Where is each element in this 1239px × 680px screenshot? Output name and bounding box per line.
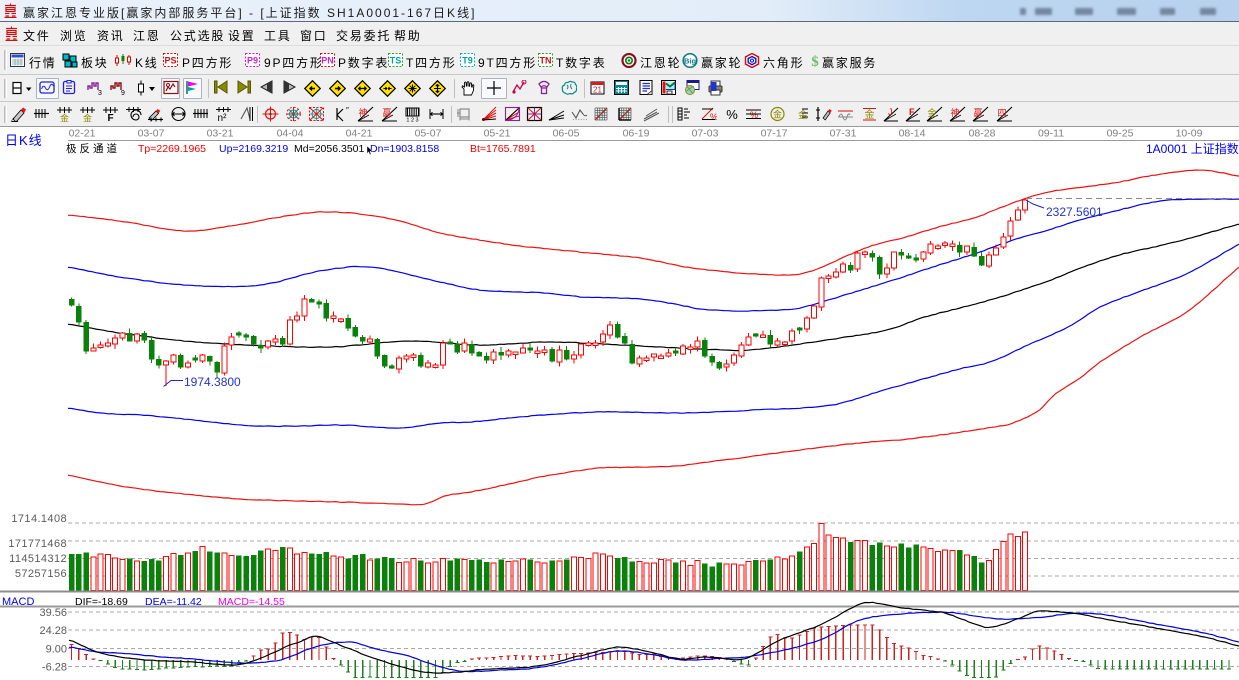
- svg-text:03-07: 03-07: [138, 128, 165, 140]
- svg-text:09-25: 09-25: [1107, 128, 1134, 140]
- svg-text:极反通道: 极反通道: [66, 142, 120, 155]
- svg-text:05-21: 05-21: [484, 128, 511, 140]
- svg-text:06-19: 06-19: [623, 128, 650, 140]
- svg-text:06-05: 06-05: [553, 128, 580, 140]
- svg-text:1974.3800: 1974.3800: [184, 375, 241, 389]
- svg-text:171771468: 171771468: [8, 538, 67, 550]
- svg-text:04-21: 04-21: [346, 128, 373, 140]
- svg-text:1714.1408: 1714.1408: [11, 513, 67, 525]
- svg-text:Md=2056.3501: Md=2056.3501: [294, 143, 365, 155]
- svg-text:MACD: MACD: [2, 596, 34, 608]
- svg-text:Up=2169.3219: Up=2169.3219: [219, 143, 288, 155]
- svg-text:04-04: 04-04: [277, 128, 304, 140]
- svg-text:05-07: 05-07: [415, 128, 442, 140]
- svg-text:9.00: 9.00: [46, 644, 67, 656]
- svg-text:09-11: 09-11: [1038, 128, 1064, 140]
- svg-text:Tp=2269.1965: Tp=2269.1965: [138, 143, 206, 155]
- svg-text:1A0001 上证指数: 1A0001 上证指数: [1146, 141, 1239, 156]
- svg-text:DEA=-11.42: DEA=-11.42: [145, 596, 202, 608]
- svg-text:Dn=1903.8158: Dn=1903.8158: [370, 143, 439, 155]
- svg-text:08-14: 08-14: [899, 128, 926, 140]
- svg-text:24.28: 24.28: [39, 625, 67, 637]
- svg-text:39.56: 39.56: [39, 607, 67, 619]
- svg-text:2327.5601: 2327.5601: [1046, 205, 1103, 219]
- svg-text:03-21: 03-21: [207, 128, 234, 140]
- svg-text:10-09: 10-09: [1176, 128, 1203, 140]
- svg-text:07-03: 07-03: [692, 128, 719, 140]
- svg-text:Bt=1765.7891: Bt=1765.7891: [470, 143, 536, 155]
- svg-text:MACD=-14.55: MACD=-14.55: [218, 596, 285, 608]
- svg-text:114514312: 114514312: [9, 553, 67, 565]
- svg-text:-6.28: -6.28: [42, 662, 67, 674]
- svg-text:DIF=-18.69: DIF=-18.69: [75, 596, 128, 608]
- svg-text:57257156: 57257156: [15, 568, 67, 580]
- svg-text:07-17: 07-17: [761, 128, 788, 140]
- svg-text:日K线: 日K线: [5, 133, 43, 148]
- svg-text:02-21: 02-21: [69, 128, 96, 140]
- svg-text:08-28: 08-28: [969, 128, 996, 140]
- svg-text:07-31: 07-31: [830, 128, 857, 140]
